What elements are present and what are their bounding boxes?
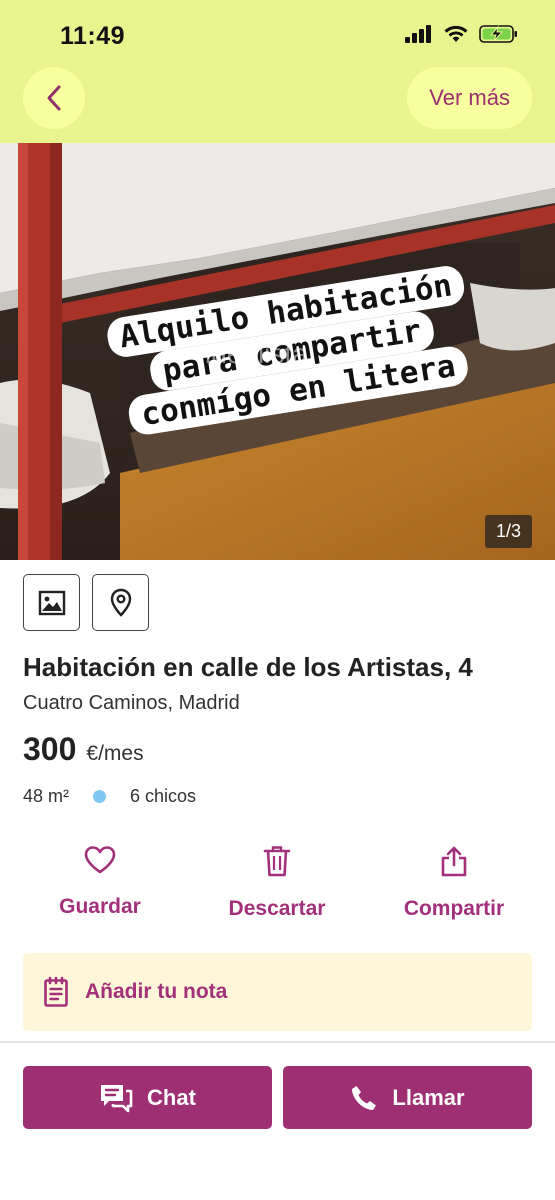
price-unit: €/mes (86, 742, 144, 765)
chat-icon (101, 1084, 133, 1112)
chat-button[interactable]: Chat (23, 1066, 272, 1129)
wifi-icon (444, 25, 468, 42)
listing-location: Cuatro Caminos, Madrid (23, 692, 240, 714)
cellular-signal-icon (405, 25, 431, 43)
feature-separator-dot (93, 790, 107, 803)
status-time: 11:49 (60, 22, 126, 50)
photo-counter: 1/3 (484, 515, 532, 548)
price-row: 300 €/mes (23, 731, 144, 768)
map-tab[interactable] (92, 574, 149, 631)
status-icons (405, 24, 519, 44)
chevron-left-icon (47, 85, 61, 111)
add-note-button[interactable]: Añadir tu nota (23, 953, 532, 1031)
occupants: 6 chicos (130, 786, 197, 806)
call-button[interactable]: Llamar (283, 1066, 532, 1129)
trash-icon (263, 846, 291, 877)
listing-price: 300 (23, 731, 77, 767)
call-label: Llamar (392, 1084, 465, 1110)
add-note-label: Añadir tu nota (85, 980, 228, 1003)
share-button[interactable]: Compartir (369, 845, 539, 921)
watermark: idealista (205, 338, 308, 369)
listing-title: Habitación en calle de los Artistas, 4 (23, 652, 473, 682)
battery-charging-icon (479, 25, 517, 43)
discard-label: Descartar (228, 897, 326, 920)
see-more-button[interactable]: Ver más (407, 67, 532, 129)
notepad-icon (44, 976, 68, 1007)
save-label: Guardar (59, 895, 141, 918)
media-tabs (23, 574, 149, 631)
discard-button[interactable]: Descartar (192, 845, 362, 921)
share-icon (441, 846, 467, 877)
area: 48 m² (23, 786, 70, 806)
photos-tab[interactable] (23, 574, 80, 631)
heart-icon (84, 846, 116, 874)
divider (0, 1041, 555, 1043)
header: 11:49 Ver más (0, 0, 555, 143)
listing-photo[interactable]: Alquilo habitación para compartir conmíg… (0, 143, 555, 560)
save-button[interactable]: Guardar (15, 845, 185, 919)
chat-label: Chat (147, 1084, 196, 1110)
image-icon (38, 590, 65, 615)
back-button[interactable] (23, 67, 85, 129)
phone-icon (352, 1085, 377, 1110)
actions-row: Guardar Descartar Compartir (0, 845, 555, 935)
location-pin-icon (110, 588, 131, 617)
share-label: Compartir (403, 897, 505, 920)
listing-features: 48 m² 6 chicos (23, 786, 196, 807)
